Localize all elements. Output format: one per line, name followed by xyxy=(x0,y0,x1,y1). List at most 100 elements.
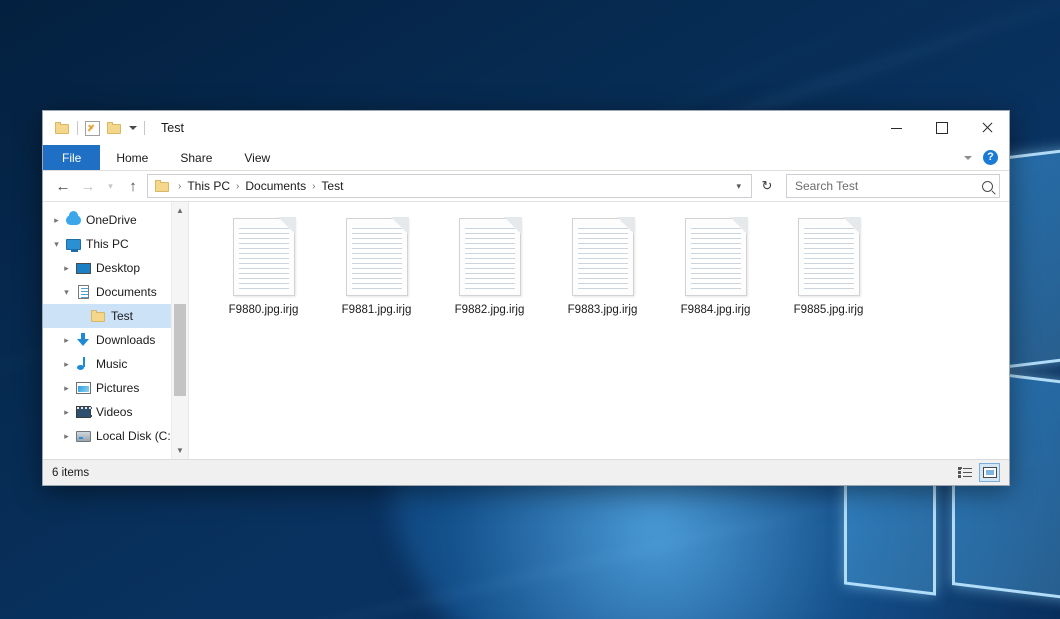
sidebar-item-label: Videos xyxy=(96,405,132,419)
breadcrumb-test[interactable]: Test xyxy=(318,179,346,193)
file-item[interactable]: F9882.jpg.irjg xyxy=(433,214,546,336)
sidebar-item-onedrive[interactable]: OneDrive xyxy=(43,208,188,232)
status-bar: 6 items xyxy=(43,459,1009,485)
file-name: F9882.jpg.irjg xyxy=(455,303,525,317)
address-dropdown-icon[interactable]: ▾ xyxy=(730,181,747,192)
sidebar-item-label: Test xyxy=(111,309,133,323)
up-button[interactable]: ↑ xyxy=(122,175,144,197)
file-item[interactable]: F9883.jpg.irjg xyxy=(546,214,659,336)
sidebar-item-label: Pictures xyxy=(96,381,139,395)
minimize-button[interactable] xyxy=(874,111,919,145)
sidebar-item-test[interactable]: Test xyxy=(43,304,188,328)
expander-icon[interactable] xyxy=(59,383,74,394)
expander-icon[interactable] xyxy=(49,215,64,226)
breadcrumb-this-pc[interactable]: This PC xyxy=(184,179,233,193)
generic-file-icon xyxy=(459,218,521,296)
file-item[interactable]: F9885.jpg.irjg xyxy=(772,214,885,336)
details-view-button[interactable] xyxy=(954,463,975,482)
generic-file-icon xyxy=(798,218,860,296)
view-buttons xyxy=(954,463,1000,482)
navigation-pane: OneDrive This PC Desktop Documents xyxy=(43,202,189,459)
expander-icon[interactable] xyxy=(59,407,74,418)
file-name: F9884.jpg.irjg xyxy=(681,303,751,317)
sidebar-item-pictures[interactable]: Pictures xyxy=(43,376,188,400)
sidebar-item-label: OneDrive xyxy=(86,213,137,227)
expander-icon[interactable] xyxy=(59,431,74,442)
maximize-icon xyxy=(936,122,948,134)
breadcrumb-documents[interactable]: Documents xyxy=(242,179,309,193)
help-icon[interactable]: ? xyxy=(983,150,998,165)
scroll-down-icon[interactable]: ▼ xyxy=(172,442,188,459)
videos-icon xyxy=(74,406,92,418)
forward-button[interactable]: → xyxy=(77,175,99,197)
large-icons-view-icon xyxy=(983,467,997,478)
close-button[interactable] xyxy=(964,111,1009,145)
file-item[interactable]: F9881.jpg.irjg xyxy=(320,214,433,336)
large-icons-view-button[interactable] xyxy=(979,463,1000,482)
expander-icon[interactable] xyxy=(59,287,74,298)
tab-view[interactable]: View xyxy=(228,145,286,170)
sidebar-item-videos[interactable]: Videos xyxy=(43,400,188,424)
ribbon-right-controls: ? xyxy=(964,145,1009,170)
sidebar-item-downloads[interactable]: Downloads xyxy=(43,328,188,352)
details-view-icon xyxy=(958,467,972,478)
expander-icon[interactable] xyxy=(59,359,74,370)
refresh-button[interactable]: ↻ xyxy=(755,174,779,198)
sidebar-item-documents[interactable]: Documents xyxy=(43,280,188,304)
file-item[interactable]: F9880.jpg.irjg xyxy=(207,214,320,336)
sidebar-scrollbar[interactable]: ▲ ▼ xyxy=(171,202,188,459)
scroll-up-icon[interactable]: ▲ xyxy=(172,202,188,219)
tab-home[interactable]: Home xyxy=(100,145,164,170)
explorer-body: OneDrive This PC Desktop Documents xyxy=(43,201,1009,459)
ribbon-tab-bar: File Home Share View ? xyxy=(43,145,1009,171)
search-icon[interactable] xyxy=(982,181,993,192)
sidebar-item-music[interactable]: Music xyxy=(43,352,188,376)
sidebar-item-this-pc[interactable]: This PC xyxy=(43,232,188,256)
file-name: F9883.jpg.irjg xyxy=(568,303,638,317)
file-name: F9885.jpg.irjg xyxy=(794,303,864,317)
expander-icon[interactable] xyxy=(59,335,74,346)
recent-locations-button[interactable]: ▾ xyxy=(102,175,119,197)
search-input[interactable] xyxy=(793,178,978,194)
breadcrumb-separator: › xyxy=(233,181,242,192)
disk-icon xyxy=(74,431,92,442)
breadcrumb-separator: › xyxy=(309,181,318,192)
search-box[interactable] xyxy=(786,174,1000,198)
music-icon xyxy=(74,357,92,371)
customize-quick-access-icon[interactable] xyxy=(129,126,137,130)
sidebar-item-label: Music xyxy=(96,357,127,371)
file-grid: F9880.jpg.irjg F9881.jpg.irjg F9882.jpg.… xyxy=(189,202,1009,336)
file-list-area[interactable]: F9880.jpg.irjg F9881.jpg.irjg F9882.jpg.… xyxy=(189,202,1009,459)
expander-icon[interactable] xyxy=(49,239,64,250)
window-title: Test xyxy=(161,121,184,135)
generic-file-icon xyxy=(346,218,408,296)
folder-icon[interactable] xyxy=(55,122,70,134)
navigation-bar: ← → ▾ ↑ › This PC › Documents › Test ▾ ↻ xyxy=(43,171,1009,201)
folder-icon xyxy=(155,180,170,192)
generic-file-icon xyxy=(685,218,747,296)
breadcrumb-separator: › xyxy=(175,181,184,192)
folder-tree: OneDrive This PC Desktop Documents xyxy=(43,202,188,448)
sidebar-item-label: Downloads xyxy=(96,333,155,347)
maximize-button[interactable] xyxy=(919,111,964,145)
new-folder-icon[interactable] xyxy=(107,122,122,134)
window-controls xyxy=(874,111,1009,145)
properties-icon[interactable] xyxy=(85,121,100,136)
sidebar-item-label: This PC xyxy=(86,237,129,251)
file-item[interactable]: F9884.jpg.irjg xyxy=(659,214,772,336)
documents-icon xyxy=(74,285,92,299)
desktop-icon xyxy=(74,263,92,274)
chevron-down-icon[interactable] xyxy=(964,156,972,160)
expander-icon[interactable] xyxy=(59,263,74,274)
generic-file-icon xyxy=(233,218,295,296)
file-name: F9881.jpg.irjg xyxy=(342,303,412,317)
pc-icon xyxy=(64,239,82,250)
scrollbar-thumb[interactable] xyxy=(174,304,186,396)
tab-file[interactable]: File xyxy=(43,145,100,170)
tab-share[interactable]: Share xyxy=(164,145,228,170)
address-bar[interactable]: › This PC › Documents › Test ▾ xyxy=(147,174,752,198)
sidebar-item-local-disk[interactable]: Local Disk (C:) xyxy=(43,424,188,448)
back-button[interactable]: ← xyxy=(52,175,74,197)
close-icon xyxy=(981,122,993,134)
sidebar-item-desktop[interactable]: Desktop xyxy=(43,256,188,280)
